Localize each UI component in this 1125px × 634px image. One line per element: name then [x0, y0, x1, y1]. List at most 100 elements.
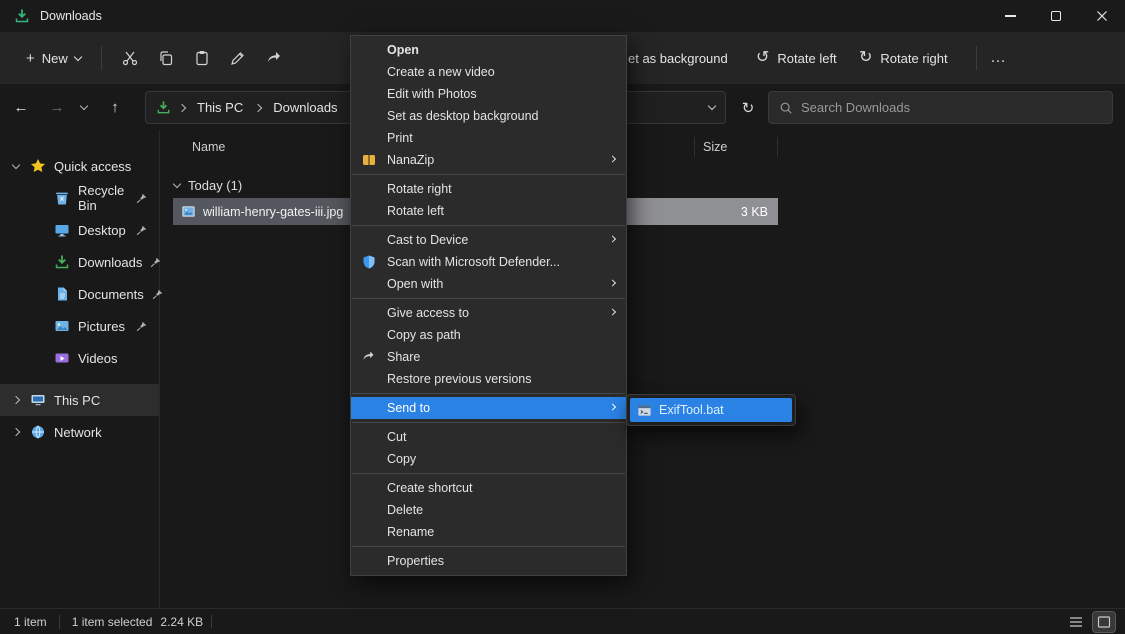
breadcrumb-downloads[interactable]: Downloads	[269, 98, 341, 117]
sidebar-item-downloads[interactable]: Downloads	[0, 246, 159, 278]
menu-item-send-to[interactable]: Send to	[351, 397, 626, 419]
copy-button[interactable]	[148, 40, 184, 76]
thumbnail-view-button[interactable]	[1093, 612, 1115, 632]
details-view-button[interactable]	[1065, 612, 1087, 632]
window-title: Downloads	[40, 9, 102, 23]
sidebar-item-network[interactable]: Network	[0, 416, 159, 448]
menu-item-open[interactable]: Open	[351, 39, 626, 61]
rotate-right-button[interactable]: ↻ Rotate right	[851, 40, 956, 76]
cut-icon	[121, 49, 139, 67]
menu-item-copy[interactable]: Copy	[351, 448, 626, 470]
sidebar-item-label: Recycle Bin	[78, 183, 128, 213]
downloads-location-icon	[156, 100, 171, 115]
recent-locations-button[interactable]	[74, 92, 94, 122]
menu-item-rename[interactable]: Rename	[351, 521, 626, 543]
column-header-size[interactable]: Size	[703, 140, 727, 154]
menu-item-create-shortcut[interactable]: Create shortcut	[351, 477, 626, 499]
up-button[interactable]: ↑	[100, 92, 130, 122]
menu-item-scan-with-microsoft-defender[interactable]: Scan with Microsoft Defender...	[351, 251, 626, 273]
menu-item-nanazip[interactable]: NanaZip	[351, 149, 626, 171]
send-to-submenu: ExifTool.bat	[626, 394, 796, 426]
forward-button[interactable]: →	[42, 92, 72, 122]
back-icon: ←	[14, 99, 29, 116]
menu-item-share[interactable]: Share	[351, 346, 626, 368]
sidebar-item-desktop[interactable]: Desktop	[0, 214, 159, 246]
address-dropdown-chevron-icon[interactable]	[708, 102, 716, 110]
chevron-down-icon[interactable]	[10, 165, 22, 168]
rotate-left-button[interactable]: ↺ Rotate left	[748, 40, 845, 76]
sidebar-item-quick-access[interactable]: Quick access	[0, 150, 159, 182]
search-input[interactable]	[801, 100, 1102, 115]
column-header-name[interactable]: Name	[192, 140, 225, 154]
navigation-pane: Quick access Recycle Bin Desktop Downloa…	[0, 130, 160, 608]
file-list-pane: Name Size Today (1) william-henry-gates-…	[161, 130, 1125, 608]
menu-item-rotate-right[interactable]: Rotate right	[351, 178, 626, 200]
menu-item-cut[interactable]: Cut	[351, 426, 626, 448]
sidebar-item-label: Pictures	[78, 319, 125, 334]
back-button[interactable]: ←	[6, 92, 36, 122]
details-view-icon	[1069, 615, 1083, 629]
sidebar-item-recycle-bin[interactable]: Recycle Bin	[0, 182, 159, 214]
submenu-arrow-icon	[609, 403, 616, 410]
search-box	[768, 91, 1113, 124]
close-button[interactable]	[1079, 0, 1125, 32]
menu-item-properties[interactable]: Properties	[351, 550, 626, 572]
sidebar-item-videos[interactable]: Videos	[0, 342, 159, 374]
pin-icon	[136, 321, 147, 332]
new-button[interactable]: + New	[16, 40, 91, 76]
menu-item-print[interactable]: Print	[351, 127, 626, 149]
rotate-right-icon: ↻	[859, 50, 872, 66]
menu-item-delete[interactable]: Delete	[351, 499, 626, 521]
sidebar-item-documents[interactable]: Documents	[0, 278, 159, 310]
videos-icon	[54, 350, 70, 366]
menu-item-restore-previous-versions[interactable]: Restore previous versions	[351, 368, 626, 390]
breadcrumb-this-pc[interactable]: This PC	[193, 98, 247, 117]
menu-item-label: Create a new video	[387, 65, 495, 79]
star-icon	[30, 158, 46, 174]
group-header-today[interactable]: Today (1)	[161, 172, 1125, 198]
menu-item-label: Open	[387, 43, 419, 57]
menu-item-rotate-left[interactable]: Rotate left	[351, 200, 626, 222]
more-options-button[interactable]: …	[982, 40, 1014, 76]
menu-item-label: Give access to	[387, 306, 469, 320]
sidebar-item-label: Desktop	[78, 223, 126, 238]
menu-item-label: Delete	[387, 503, 423, 517]
menu-item-label: Properties	[387, 554, 444, 568]
maximize-button[interactable]	[1033, 0, 1079, 32]
menu-item-cast-to-device[interactable]: Cast to Device	[351, 229, 626, 251]
cut-button[interactable]	[112, 40, 148, 76]
sidebar-item-pictures[interactable]: Pictures	[0, 310, 159, 342]
menu-separator	[352, 298, 625, 299]
submenu-item-exiftool-bat[interactable]: ExifTool.bat	[630, 398, 792, 422]
sidebar-item-label: Videos	[78, 351, 118, 366]
menu-item-give-access-to[interactable]: Give access to	[351, 302, 626, 324]
pin-icon	[150, 257, 161, 268]
minimize-icon	[1005, 15, 1016, 16]
minimize-button[interactable]	[987, 0, 1033, 32]
submenu-item-label: ExifTool.bat	[659, 403, 724, 417]
copy-icon	[157, 49, 175, 67]
menu-item-label: Rename	[387, 525, 434, 539]
paste-button[interactable]	[184, 40, 220, 76]
chevron-right-icon	[178, 103, 186, 111]
menu-separator	[352, 225, 625, 226]
chevron-right-icon[interactable]	[10, 397, 22, 403]
sidebar-item-this-pc[interactable]: This PC	[0, 384, 159, 416]
menu-separator	[352, 422, 625, 423]
chevron-right-icon[interactable]	[10, 429, 22, 435]
menu-item-edit-with-photos[interactable]: Edit with Photos	[351, 83, 626, 105]
new-button-label: New	[42, 51, 68, 66]
share-button[interactable]	[256, 40, 292, 76]
menu-item-set-as-desktop-background[interactable]: Set as desktop background	[351, 105, 626, 127]
menu-item-open-with[interactable]: Open with	[351, 273, 626, 295]
menu-item-copy-as-path[interactable]: Copy as path	[351, 324, 626, 346]
column-divider[interactable]	[777, 137, 778, 157]
set-as-background-button[interactable]: et as background	[620, 40, 736, 76]
context-menu: Open Create a new video Edit with Photos…	[350, 35, 627, 576]
refresh-button[interactable]: ↻	[732, 91, 764, 124]
rename-button[interactable]	[220, 40, 256, 76]
menu-item-create-a-new-video[interactable]: Create a new video	[351, 61, 626, 83]
downloads-folder-icon	[14, 8, 30, 24]
up-icon: ↑	[111, 99, 119, 116]
column-divider[interactable]	[694, 137, 695, 157]
